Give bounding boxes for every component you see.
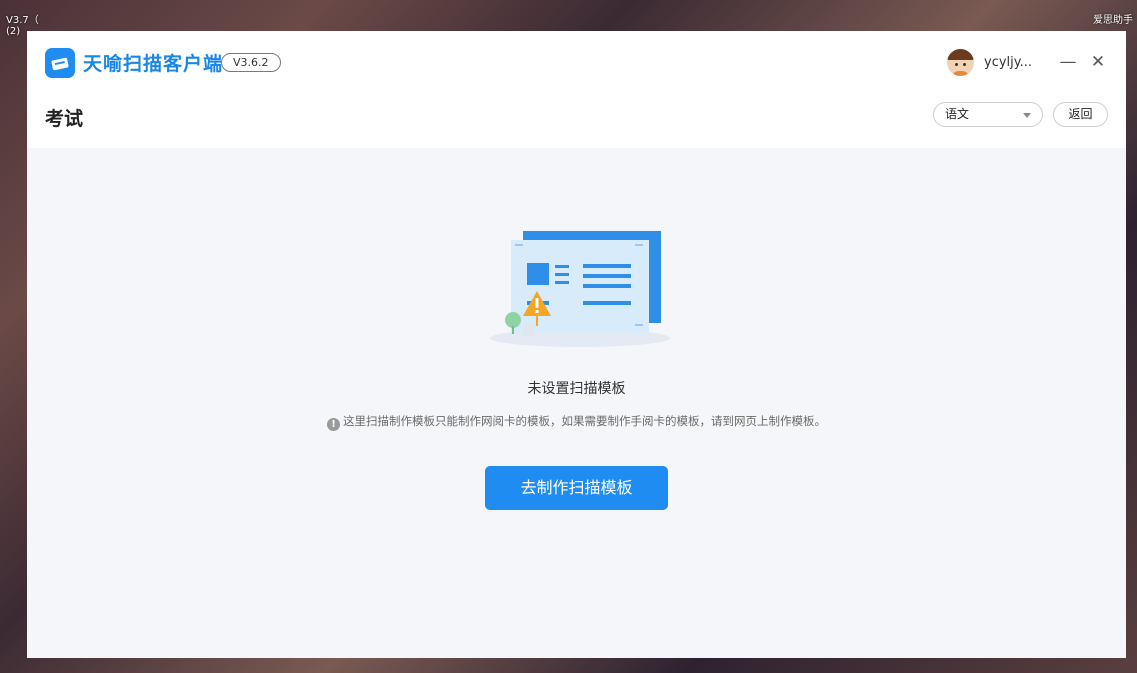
minimize-icon: — <box>1059 52 1077 72</box>
subject-select[interactable]: 语文 <box>933 102 1043 127</box>
empty-template-illustration <box>490 231 670 347</box>
create-template-button[interactable]: 去制作扫描模板 <box>485 466 668 510</box>
empty-state: 未设置扫描模板 ! 这里扫描制作模板只能制作网阅卡的模板，如果需要制作手阅卡的模板… <box>27 148 1126 658</box>
empty-state-tip: ! 这里扫描制作模板只能制作网阅卡的模板，如果需要制作手阅卡的模板，请到网页上制作… <box>27 413 1126 431</box>
username: ycyljy... <box>984 55 1032 70</box>
empty-state-title: 未设置扫描模板 <box>527 381 626 397</box>
close-button[interactable]: ✕ <box>1087 51 1109 73</box>
title-bar: 天喻扫描客户端 V3.6.2 ycyljy... — ✕ <box>27 31 1126 94</box>
version-badge: V3.6.2 <box>221 53 281 72</box>
minimize-button[interactable]: — <box>1057 51 1079 73</box>
tip-text: 这里扫描制作模板只能制作网阅卡的模板，如果需要制作手阅卡的模板，请到网页上制作模… <box>343 414 826 428</box>
back-button[interactable]: 返回 <box>1053 102 1108 127</box>
page-title: 考试 <box>45 108 84 130</box>
app-name: 天喻扫描客户端 <box>83 53 224 75</box>
close-icon: ✕ <box>1090 52 1106 72</box>
info-icon: ! <box>327 418 340 431</box>
avatar <box>947 49 974 76</box>
app-logo-icon <box>45 48 75 78</box>
caret-down-icon <box>1023 113 1031 118</box>
user-menu[interactable]: ycyljy... <box>947 49 1032 76</box>
subject-select-value: 语文 <box>945 107 970 121</box>
sub-header: 考试 语文 返回 <box>27 94 1126 148</box>
app-window: 天喻扫描客户端 V3.6.2 ycyljy... — ✕ 考试 语文 返回 未设… <box>27 31 1126 658</box>
desktop-text-left-1: V3.7（ <box>6 15 39 26</box>
desktop-text-right: 爱思助手 <box>1093 15 1133 26</box>
